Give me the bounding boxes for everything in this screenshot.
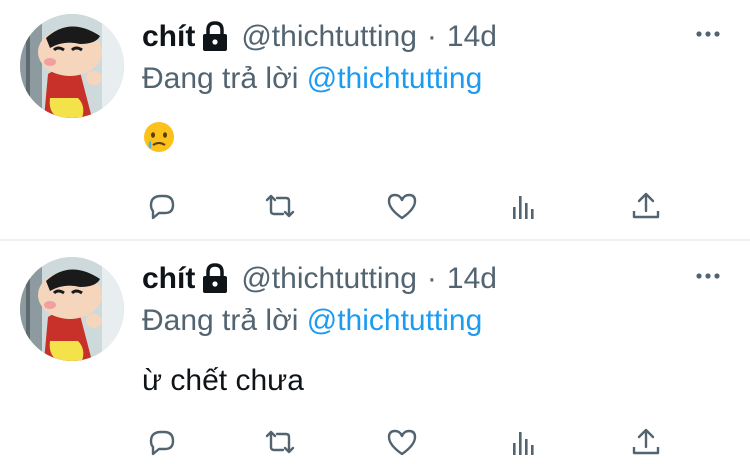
tweet-text: ừ chết chưa <box>142 364 304 397</box>
share-icon[interactable] <box>626 422 666 462</box>
like-icon[interactable] <box>382 186 422 226</box>
reply-icon[interactable] <box>142 186 182 226</box>
separator-dot: · <box>426 20 437 53</box>
replying-to-handle[interactable]: @thichtutting <box>307 304 483 337</box>
replying-to-handle[interactable]: @thichtutting <box>307 62 483 95</box>
share-icon[interactable] <box>626 186 666 226</box>
tweet-header: chít @thichtutting · 14d <box>142 18 497 56</box>
display-name[interactable]: chít <box>142 260 195 298</box>
tweet-actions <box>142 186 702 226</box>
more-options-icon[interactable] <box>694 24 722 44</box>
reply-icon[interactable] <box>142 422 182 462</box>
tweet-actions <box>142 422 702 462</box>
tweet-text <box>142 120 176 164</box>
lock-icon <box>201 21 229 53</box>
analytics-icon[interactable] <box>504 186 544 226</box>
replying-to: Đang trả lời @thichtutting <box>142 60 482 98</box>
more-options-icon[interactable] <box>694 266 722 286</box>
retweet-icon[interactable] <box>260 422 300 462</box>
replying-to-label: Đang trả lời <box>142 62 307 95</box>
like-icon[interactable] <box>382 422 422 462</box>
tweet[interactable]: chít @thichtutting · 14d Đang trả lời @t… <box>0 242 750 464</box>
avatar[interactable] <box>20 257 124 361</box>
separator-dot: · <box>426 262 437 295</box>
crying-face-emoji <box>142 120 176 154</box>
replying-to-label: Đang trả lời <box>142 304 307 337</box>
tweet[interactable]: chít @thichtutting · 14d Đang trả lời @t… <box>0 0 750 240</box>
lock-icon <box>201 263 229 295</box>
tweet-header: chít @thichtutting · 14d <box>142 260 497 298</box>
display-name[interactable]: chít <box>142 18 195 56</box>
avatar[interactable] <box>20 14 124 118</box>
tweet-divider <box>0 239 750 241</box>
analytics-icon[interactable] <box>504 422 544 462</box>
replying-to: Đang trả lời @thichtutting <box>142 302 482 340</box>
user-handle[interactable]: @thichtutting <box>241 260 417 298</box>
timestamp[interactable]: 14d <box>447 18 497 56</box>
retweet-icon[interactable] <box>260 186 300 226</box>
timestamp[interactable]: 14d <box>447 260 497 298</box>
user-handle[interactable]: @thichtutting <box>241 18 417 56</box>
